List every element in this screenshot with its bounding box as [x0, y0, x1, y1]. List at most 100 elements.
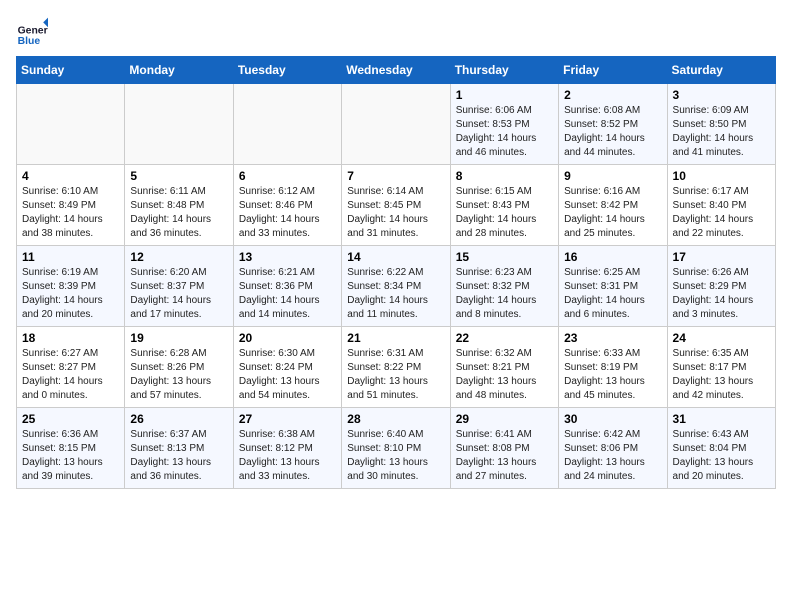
calendar-cell: 13Sunrise: 6:21 AMSunset: 8:36 PMDayligh…: [233, 246, 341, 327]
day-number: 12: [130, 250, 227, 264]
day-number: 20: [239, 331, 336, 345]
calendar-cell: 18 Sunrise: 6:27 AMSunset: 8:27 PMDayligh…: [17, 327, 125, 408]
calendar-table: SundayMondayTuesdayWednesdayThursdayFrid…: [16, 56, 776, 489]
calendar-cell: 30 Sunrise: 6:42 AMSunset: 8:06 PMDayligh…: [559, 408, 667, 489]
day-number: 27: [239, 412, 336, 426]
day-info: Sunrise: 6:08 AMSunset: 8:52 PMDaylight:…: [564, 104, 661, 160]
day-number: 24: [673, 331, 770, 345]
day-number: 14: [347, 250, 444, 264]
day-info: Sunrise: 6:28 AMSunset: 8:26 PMDaylight:…: [130, 347, 227, 403]
day-number: 22: [456, 331, 553, 345]
calendar-cell: 17 Sunrise: 6:26 AMSunset: 8:29 PMDayligh…: [667, 246, 775, 327]
day-info: Sunrise: 6:42 AMSunset: 8:06 PMDaylight:…: [564, 428, 661, 484]
weekday-header: Saturday: [667, 57, 775, 84]
day-info: Sunrise: 6:20 AMSunset: 8:37 PMDaylight:…: [130, 266, 227, 322]
day-info: Sunrise: 6:14 AMSunset: 8:45 PMDaylight:…: [347, 185, 444, 241]
day-number: 21: [347, 331, 444, 345]
day-number: 1: [456, 88, 553, 102]
day-number: 16: [564, 250, 661, 264]
calendar-cell: 26Sunrise: 6:37 AMSunset: 8:13 PMDayligh…: [125, 408, 233, 489]
day-number: 3: [673, 88, 770, 102]
day-number: 23: [564, 331, 661, 345]
day-number: 15: [456, 250, 553, 264]
calendar-cell: 6 Sunrise: 6:12 AMSunset: 8:46 PMDaylight…: [233, 165, 341, 246]
day-number: 8: [456, 169, 553, 183]
day-info: Sunrise: 6:10 AMSunset: 8:49 PMDaylight:…: [22, 185, 119, 241]
day-info: Sunrise: 6:38 AMSunset: 8:12 PMDaylight:…: [239, 428, 336, 484]
calendar-cell: 29 Sunrise: 6:41 AMSunset: 8:08 PMDayligh…: [450, 408, 558, 489]
calendar-cell: 19 Sunrise: 6:28 AMSunset: 8:26 PMDayligh…: [125, 327, 233, 408]
day-number: 5: [130, 169, 227, 183]
calendar-cell: 24 Sunrise: 6:35 AMSunset: 8:17 PMDayligh…: [667, 327, 775, 408]
day-info: Sunrise: 6:35 AMSunset: 8:17 PMDaylight:…: [673, 347, 770, 403]
day-info: Sunrise: 6:43 AMSunset: 8:04 PMDaylight:…: [673, 428, 770, 484]
calendar-cell: 8 Sunrise: 6:15 AMSunset: 8:43 PMDaylight…: [450, 165, 558, 246]
day-number: 31: [673, 412, 770, 426]
day-number: 18: [22, 331, 119, 345]
svg-text:Blue: Blue: [18, 36, 41, 47]
day-info: Sunrise: 6:25 AMSunset: 8:31 PMDaylight:…: [564, 266, 661, 322]
calendar-cell: [17, 84, 125, 165]
day-number: 29: [456, 412, 553, 426]
day-number: 28: [347, 412, 444, 426]
day-info: Sunrise: 6:23 AMSunset: 8:32 PMDaylight:…: [456, 266, 553, 322]
calendar-cell: 9 Sunrise: 6:16 AMSunset: 8:42 PMDaylight…: [559, 165, 667, 246]
calendar-cell: 23Sunrise: 6:33 AMSunset: 8:19 PMDayligh…: [559, 327, 667, 408]
day-info: Sunrise: 6:40 AMSunset: 8:10 PMDaylight:…: [347, 428, 444, 484]
day-info: Sunrise: 6:36 AMSunset: 8:15 PMDaylight:…: [22, 428, 119, 484]
calendar-cell: 31 Sunrise: 6:43 AMSunset: 8:04 PMDayligh…: [667, 408, 775, 489]
calendar-cell: 27 Sunrise: 6:38 AMSunset: 8:12 PMDayligh…: [233, 408, 341, 489]
calendar-cell: 21Sunrise: 6:31 AMSunset: 8:22 PMDayligh…: [342, 327, 450, 408]
day-info: Sunrise: 6:16 AMSunset: 8:42 PMDaylight:…: [564, 185, 661, 241]
day-info: Sunrise: 6:12 AMSunset: 8:46 PMDaylight:…: [239, 185, 336, 241]
day-info: Sunrise: 6:22 AMSunset: 8:34 PMDaylight:…: [347, 266, 444, 322]
day-number: 7: [347, 169, 444, 183]
header: General Blue: [16, 16, 776, 48]
day-info: Sunrise: 6:32 AMSunset: 8:21 PMDaylight:…: [456, 347, 553, 403]
calendar-header: SundayMondayTuesdayWednesdayThursdayFrid…: [17, 57, 776, 84]
day-info: Sunrise: 6:17 AMSunset: 8:40 PMDaylight:…: [673, 185, 770, 241]
calendar-cell: 15 Sunrise: 6:23 AMSunset: 8:32 PMDayligh…: [450, 246, 558, 327]
calendar-cell: 3 Sunrise: 6:09 AMSunset: 8:50 PMDaylight…: [667, 84, 775, 165]
calendar-cell: 20 Sunrise: 6:30 AMSunset: 8:24 PMDayligh…: [233, 327, 341, 408]
day-number: 6: [239, 169, 336, 183]
logo-icon: General Blue: [16, 16, 48, 48]
day-number: 25: [22, 412, 119, 426]
logo: General Blue: [16, 16, 52, 48]
day-number: 4: [22, 169, 119, 183]
calendar-cell: 4 Sunrise: 6:10 AMSunset: 8:49 PMDaylight…: [17, 165, 125, 246]
day-info: Sunrise: 6:41 AMSunset: 8:08 PMDaylight:…: [456, 428, 553, 484]
svg-text:General: General: [18, 26, 48, 37]
calendar-cell: 2Sunrise: 6:08 AMSunset: 8:52 PMDaylight…: [559, 84, 667, 165]
calendar-cell: [233, 84, 341, 165]
calendar-cell: 11Sunrise: 6:19 AMSunset: 8:39 PMDayligh…: [17, 246, 125, 327]
day-info: Sunrise: 6:11 AMSunset: 8:48 PMDaylight:…: [130, 185, 227, 241]
day-info: Sunrise: 6:06 AMSunset: 8:53 PMDaylight:…: [456, 104, 553, 160]
day-info: Sunrise: 6:21 AMSunset: 8:36 PMDaylight:…: [239, 266, 336, 322]
day-info: Sunrise: 6:15 AMSunset: 8:43 PMDaylight:…: [456, 185, 553, 241]
calendar-cell: [342, 84, 450, 165]
calendar-cell: 25 Sunrise: 6:36 AMSunset: 8:15 PMDayligh…: [17, 408, 125, 489]
weekday-header: Thursday: [450, 57, 558, 84]
weekday-header: Tuesday: [233, 57, 341, 84]
day-number: 17: [673, 250, 770, 264]
calendar-cell: 16 Sunrise: 6:25 AMSunset: 8:31 PMDayligh…: [559, 246, 667, 327]
day-number: 19: [130, 331, 227, 345]
calendar-cell: 1 Sunrise: 6:06 AMSunset: 8:53 PMDaylight…: [450, 84, 558, 165]
day-info: Sunrise: 6:09 AMSunset: 8:50 PMDaylight:…: [673, 104, 770, 160]
day-info: Sunrise: 6:30 AMSunset: 8:24 PMDaylight:…: [239, 347, 336, 403]
day-number: 9: [564, 169, 661, 183]
calendar-cell: 28 Sunrise: 6:40 AMSunset: 8:10 PMDayligh…: [342, 408, 450, 489]
day-info: Sunrise: 6:37 AMSunset: 8:13 PMDaylight:…: [130, 428, 227, 484]
day-info: Sunrise: 6:27 AMSunset: 8:27 PMDaylight:…: [22, 347, 119, 403]
weekday-header: Friday: [559, 57, 667, 84]
day-number: 11: [22, 250, 119, 264]
calendar-cell: 10Sunrise: 6:17 AMSunset: 8:40 PMDayligh…: [667, 165, 775, 246]
calendar-cell: 5 Sunrise: 6:11 AMSunset: 8:48 PMDaylight…: [125, 165, 233, 246]
day-number: 30: [564, 412, 661, 426]
calendar-cell: 14 Sunrise: 6:22 AMSunset: 8:34 PMDayligh…: [342, 246, 450, 327]
calendar-cell: 22 Sunrise: 6:32 AMSunset: 8:21 PMDayligh…: [450, 327, 558, 408]
calendar-cell: [125, 84, 233, 165]
weekday-header: Wednesday: [342, 57, 450, 84]
day-info: Sunrise: 6:26 AMSunset: 8:29 PMDaylight:…: [673, 266, 770, 322]
